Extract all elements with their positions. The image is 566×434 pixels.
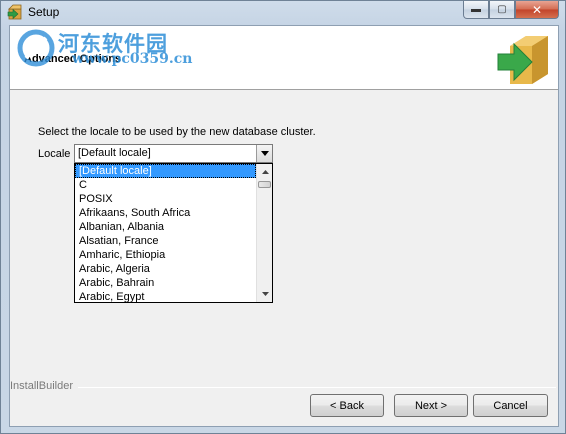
locale-option[interactable]: POSIX [75, 192, 256, 206]
locale-option[interactable]: Afrikaans, South Africa [75, 206, 256, 220]
locale-option[interactable]: C [75, 178, 256, 192]
arrow-up-icon [261, 170, 269, 174]
next-button[interactable]: Next > [394, 394, 468, 417]
installbuilder-label: InstallBuilder [10, 380, 73, 392]
locale-options: [Default locale] C POSIX Afrikaans, South A… [75, 164, 256, 302]
locale-option[interactable]: Arabic, Algeria [75, 262, 256, 276]
page-title: Advanced Options [24, 53, 122, 65]
locale-prompt: Select the locale to be used by the new … [38, 126, 316, 138]
window-title: Setup [28, 5, 60, 19]
locale-select-value: [Default locale] [78, 147, 151, 159]
close-icon: ✕ [531, 2, 543, 17]
setup-window: Setup ▬ ▢ ✕ Advanced Options 河东软件园 www.p… [0, 0, 566, 434]
installer-logo-icon [497, 36, 548, 84]
minimize-icon: ▬ [471, 4, 481, 15]
maximize-button[interactable]: ▢ [489, 1, 515, 19]
locale-label: Locale [38, 148, 71, 160]
setup-app-icon [7, 4, 22, 20]
locale-option[interactable]: Alsatian, France [75, 234, 256, 248]
locale-option[interactable]: Arabic, Egypt [75, 290, 256, 302]
locale-select[interactable]: [Default locale] [74, 144, 273, 163]
wizard-header: Advanced Options [10, 26, 558, 90]
locale-option[interactable]: Amharic, Ethiopia [75, 248, 256, 262]
back-button[interactable]: < Back [310, 394, 384, 417]
locale-option[interactable]: Albanian, Albania [75, 220, 256, 234]
chevron-down-icon [260, 151, 269, 156]
arrow-down-icon [261, 292, 269, 296]
window-controls: ▬ ▢ ✕ [463, 1, 559, 19]
locale-dropdown-button[interactable] [256, 145, 272, 162]
scroll-thumb[interactable] [258, 181, 271, 188]
locale-option[interactable]: [Default locale] [75, 164, 256, 178]
locale-dropdown-list[interactable]: [Default locale] C POSIX Afrikaans, South A… [74, 163, 273, 303]
wizard-client-area: Advanced Options 河东软件园 www.pc0359.cn Sel… [9, 25, 559, 427]
scroll-up-button[interactable] [257, 164, 272, 180]
minimize-button[interactable]: ▬ [463, 1, 489, 19]
scroll-down-button[interactable] [257, 286, 272, 302]
title-bar[interactable]: Setup ▬ ▢ ✕ [1, 1, 565, 25]
dropdown-scrollbar[interactable] [256, 164, 272, 302]
close-button[interactable]: ✕ [515, 1, 559, 19]
footer-divider [78, 387, 556, 388]
cancel-button[interactable]: Cancel [473, 394, 548, 417]
maximize-icon: ▢ [497, 4, 507, 15]
locale-option[interactable]: Arabic, Bahrain [75, 276, 256, 290]
